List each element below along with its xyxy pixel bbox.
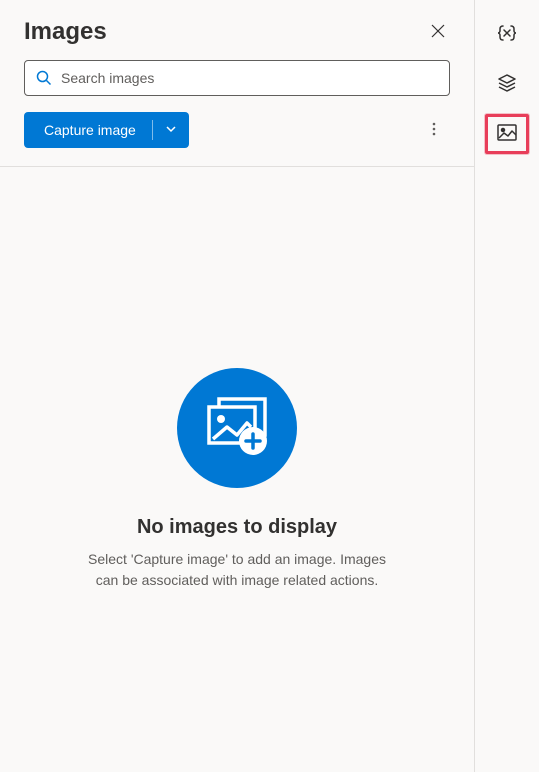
image-add-icon [201,395,273,462]
chevron-down-icon [165,123,177,138]
empty-state-description: Select 'Capture image' to add an image. … [77,549,397,591]
search-icon [35,69,53,87]
more-options-button[interactable] [418,114,450,146]
empty-state-illustration [177,368,297,488]
empty-state-title: No images to display [137,516,337,539]
images-panel: Images Capture image [0,0,475,772]
rail-layers-button[interactable] [485,64,529,104]
toolbar: Capture image [0,110,474,166]
panel-title: Images [24,18,107,46]
capture-image-dropdown[interactable] [153,112,189,148]
search-input[interactable] [61,70,439,86]
layers-icon [496,72,518,97]
search-box[interactable] [24,60,450,96]
more-vertical-icon [426,121,442,140]
content-area: No images to display Select 'Capture ima… [0,166,474,772]
close-icon [430,23,446,42]
search-row [0,60,474,110]
side-rail [475,0,539,772]
rail-variables-button[interactable] [485,14,529,54]
capture-image-button[interactable]: Capture image [24,112,189,148]
variables-icon [496,22,518,47]
close-button[interactable] [422,16,454,48]
capture-image-label: Capture image [24,112,152,148]
rail-images-button[interactable] [485,114,529,154]
image-icon [496,123,518,146]
panel-header: Images [0,0,474,60]
